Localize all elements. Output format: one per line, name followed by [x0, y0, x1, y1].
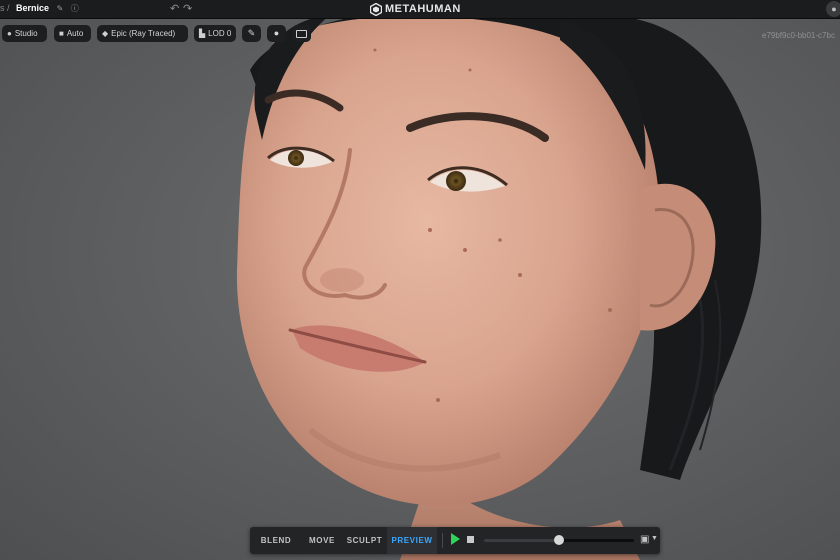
tab-move[interactable]: MOVE — [302, 527, 342, 554]
timeline-handle[interactable] — [554, 535, 564, 545]
app-top-bar: s / Bernice ✎ ⓘ ↶ ↷ METAHUMAN ● — [0, 0, 840, 19]
quality-label: Epic (Ray Traced) — [111, 29, 176, 38]
lighting-preset-button[interactable]: ● Studio — [2, 25, 47, 42]
video-camera-icon: ■ — [59, 29, 64, 38]
mode-dock: BLEND MOVE SCULPT PREVIEW ▣ ▼ — [250, 527, 660, 554]
project-name[interactable]: Bernice — [16, 3, 49, 13]
metahuman-hex-icon — [370, 2, 382, 16]
stop-icon[interactable] — [467, 536, 474, 543]
redo-icon[interactable]: ↷ — [183, 2, 192, 15]
breadcrumb: s / Bernice ✎ ⓘ — [0, 3, 79, 14]
dock-divider — [442, 533, 443, 548]
lod-icon: ▙ — [199, 29, 206, 38]
display-tool-button[interactable] — [292, 25, 311, 42]
character-render — [236, 4, 762, 560]
3d-viewport[interactable] — [0, 0, 840, 560]
diamond-icon: ◆ — [102, 29, 109, 38]
logo-text: METAHUMAN — [385, 3, 461, 15]
lighting-label: Studio — [14, 29, 38, 38]
speech-tool-button[interactable]: ● — [267, 25, 286, 42]
chevron-down-icon[interactable]: ▼ — [651, 535, 658, 542]
app-logo: METAHUMAN — [370, 2, 461, 16]
film-camera-icon[interactable]: ▣ — [640, 534, 649, 545]
timeline-fill — [484, 539, 559, 542]
brush-icon: ✎ — [247, 28, 256, 38]
character-id: e79bf9c0-bb01-c7bc — [762, 31, 835, 40]
lod-label: LOD 0 — [208, 29, 232, 38]
lightbulb-icon: ● — [7, 29, 12, 38]
lod-button[interactable]: ▙ LOD 0 — [194, 25, 236, 42]
display-icon — [296, 29, 307, 38]
tab-sculpt[interactable]: SCULPT — [342, 527, 387, 554]
brush-tool-button[interactable]: ✎ — [242, 25, 261, 42]
tab-preview[interactable]: PREVIEW — [387, 527, 437, 554]
play-icon[interactable] — [451, 533, 460, 545]
camera-label: Auto — [66, 29, 84, 38]
undo-icon[interactable]: ↶ — [170, 2, 179, 15]
speech-icon: ● — [273, 28, 280, 38]
render-quality-button[interactable]: ◆ Epic (Ray Traced) — [97, 25, 188, 42]
camera-mode-button[interactable]: ■ Auto — [54, 25, 91, 42]
breadcrumb-separator: s / — [0, 3, 10, 13]
tab-blend[interactable]: BLEND — [250, 527, 302, 554]
pencil-icon[interactable]: ✎ — [57, 4, 64, 13]
help-circle-icon[interactable]: ⓘ — [71, 3, 79, 14]
account-icon[interactable]: ● — [826, 1, 840, 17]
